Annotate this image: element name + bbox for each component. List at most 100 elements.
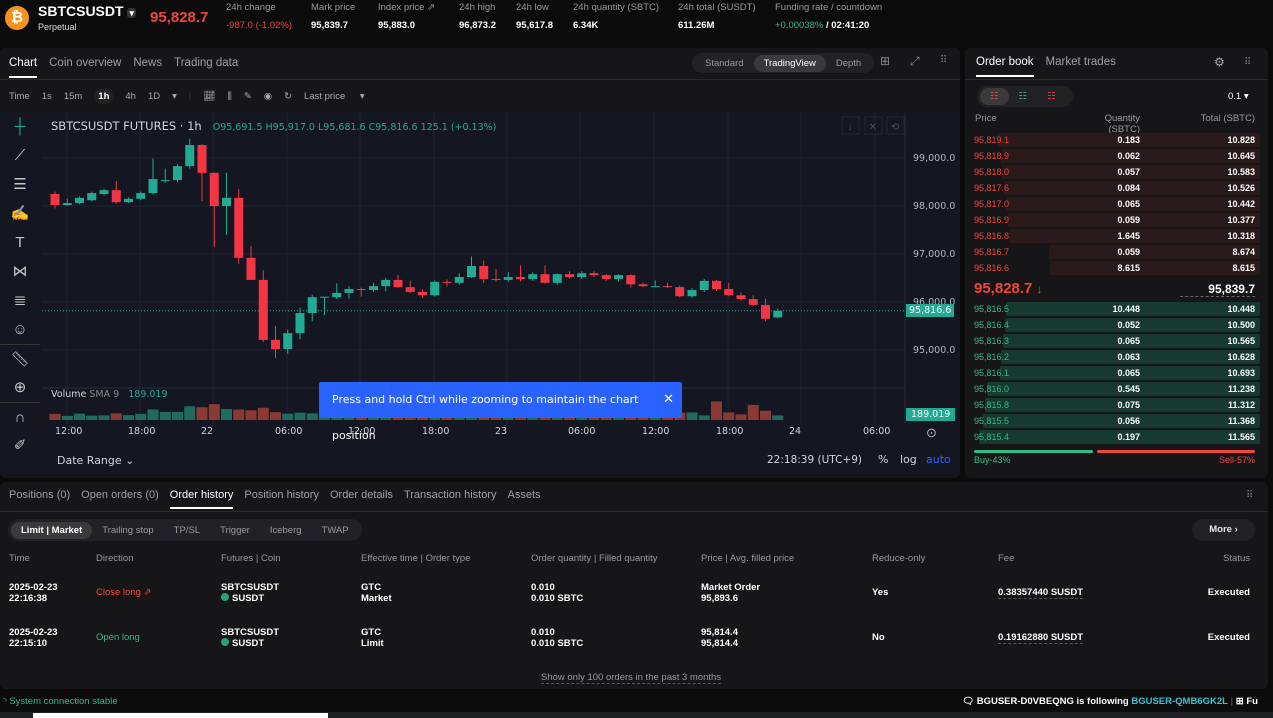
- order-row[interactable]: 2025-02-23 22:16:38 Close long ⇗ SBTCSUSD…: [0, 582, 1268, 610]
- camera-icon[interactable]: ◉: [264, 91, 272, 102]
- zoom-in-icon[interactable]: ⊕: [0, 373, 40, 402]
- time-button[interactable]: Time: [9, 91, 30, 102]
- bid-row[interactable]: 95,816.1 0.065 10.693: [968, 365, 1260, 380]
- candle-body: [430, 281, 440, 296]
- interval-4h[interactable]: 4h: [125, 91, 136, 102]
- view-standard[interactable]: Standard: [695, 55, 754, 72]
- precision-dropdown[interactable]: 0.1 ▾: [1228, 91, 1249, 102]
- forecast-icon[interactable]: ≣: [0, 286, 40, 315]
- candle-type-icon[interactable]: ⫼: [227, 91, 231, 102]
- tab-trading-data[interactable]: Trading data: [174, 57, 238, 69]
- candle-body: [552, 274, 562, 283]
- layout-grid-icon[interactable]: ⊞: [880, 54, 890, 68]
- ruler-icon[interactable]: 📏︎: [0, 344, 40, 373]
- interval-1h[interactable]: 1h: [94, 89, 114, 104]
- bid-row[interactable]: 95,816.4 0.052 10.500: [968, 317, 1260, 332]
- symbol-selector[interactable]: SBTCSUSDT ▾: [38, 3, 136, 19]
- indicators-icon[interactable]: 📈︎: [203, 91, 215, 102]
- ask-row[interactable]: 95,816.7 0.059 8.674: [968, 244, 1260, 259]
- crosshair-icon[interactable]: ┼: [0, 112, 40, 141]
- view-both-icon[interactable]: ☷: [980, 88, 1009, 105]
- axis-settings-icon[interactable]: ⊙: [926, 425, 937, 441]
- tab-open-orders[interactable]: Open orders (0): [81, 489, 159, 501]
- candle-body: [565, 274, 574, 278]
- filter-tpsl[interactable]: TP/SL: [164, 522, 210, 539]
- drag-handle-icon[interactable]: ⠿: [1246, 490, 1253, 501]
- view-asks-icon[interactable]: ☷: [1037, 88, 1066, 105]
- interval-15m[interactable]: 15m: [64, 91, 82, 102]
- fullscreen-icon[interactable]: ⤢: [910, 54, 920, 69]
- filter-trigger[interactable]: Trigger: [210, 522, 260, 539]
- ask-row[interactable]: 95,818.9 0.062 10.645: [968, 148, 1260, 163]
- order-status: Executed: [1207, 632, 1250, 643]
- order-direction[interactable]: Close long ⇗: [96, 587, 152, 598]
- pattern-icon[interactable]: ⋈: [0, 257, 40, 286]
- view-tradingview[interactable]: TradingView: [753, 54, 826, 72]
- bid-row[interactable]: 95,816.2 0.063 10.628: [968, 349, 1260, 364]
- lock-draw-icon[interactable]: ✐: [0, 431, 40, 460]
- ask-row[interactable]: 95,816.9 0.059 10.377: [968, 212, 1260, 227]
- chevron-down-icon: ▾: [127, 8, 136, 18]
- candle-body: [50, 194, 60, 206]
- interval-1d[interactable]: 1D: [148, 91, 160, 102]
- bid-row[interactable]: 95,815.5 0.056 11.368: [968, 413, 1260, 428]
- bid-row[interactable]: 95,815.4 0.197 11.565: [968, 429, 1260, 444]
- ask-row[interactable]: 95,816.6 8.615 8.615: [968, 260, 1260, 275]
- tab-coin-overview[interactable]: Coin overview: [49, 57, 121, 69]
- view-depth[interactable]: Depth: [826, 55, 871, 72]
- ask-row[interactable]: 95,819.1 0.183 10.828: [968, 132, 1260, 147]
- ask-row[interactable]: 95,818.0 0.057 10.583: [968, 164, 1260, 179]
- tab-chart[interactable]: Chart: [9, 57, 38, 78]
- trend-line-icon[interactable]: ⟋: [0, 141, 40, 170]
- add-icon[interactable]: ⊞: [1236, 696, 1244, 707]
- tab-assets[interactable]: Assets: [507, 489, 540, 501]
- auto-scale-button[interactable]: auto: [926, 453, 951, 466]
- view-bids-icon[interactable]: ☷: [1009, 88, 1038, 105]
- filter-trailing-stop[interactable]: Trailing stop: [92, 522, 163, 539]
- close-icon[interactable]: ✕: [663, 382, 674, 418]
- order-direction[interactable]: Open long: [96, 632, 140, 643]
- bid-row[interactable]: 95,816.0 0.545 11.238: [968, 381, 1260, 396]
- tab-order-details[interactable]: Order details: [330, 489, 393, 501]
- filter-twap[interactable]: TWAP: [312, 522, 359, 539]
- bid-row[interactable]: 95,816.3 0.065 10.565: [968, 333, 1260, 348]
- interval-dropdown-icon[interactable]: ▾: [172, 91, 177, 102]
- bid-row[interactable]: 95,816.5 10.448 10.448: [968, 301, 1260, 316]
- tab-market-trades[interactable]: Market trades: [1046, 56, 1116, 68]
- text-icon[interactable]: T: [0, 228, 40, 257]
- ask-row[interactable]: 95,816.8 1.645 10.318: [968, 228, 1260, 243]
- settings-sliders-icon[interactable]: ⚙: [1214, 55, 1225, 69]
- volume-bar: [110, 413, 122, 420]
- mid-price: 95,828.7 ↓: [974, 280, 1043, 297]
- emoji-icon[interactable]: ☺: [0, 315, 40, 344]
- total: 10.583: [1227, 167, 1255, 177]
- order-row[interactable]: 2025-02-23 22:15:10 Open long SBTCSUSDT SU…: [0, 627, 1268, 655]
- percent-scale-button[interactable]: %: [878, 453, 888, 466]
- magnet-icon[interactable]: ∩: [0, 402, 40, 431]
- column-header: Futures | Coin: [221, 553, 281, 564]
- tab-news[interactable]: News: [133, 57, 162, 69]
- ask-row[interactable]: 95,817.0 0.065 10.442: [968, 196, 1260, 211]
- tab-order-book[interactable]: Order book: [976, 56, 1034, 77]
- filter-limit-market[interactable]: Limit | Market: [11, 521, 93, 539]
- interval-1s[interactable]: 1s: [42, 91, 52, 102]
- tab-transaction-history[interactable]: Transaction history: [404, 489, 497, 501]
- log-scale-button[interactable]: log: [900, 453, 917, 466]
- horizontal-lines-icon[interactable]: ☰: [0, 170, 40, 199]
- total: 8.615: [1232, 263, 1255, 273]
- more-button[interactable]: More ›: [1192, 519, 1255, 541]
- filter-iceberg[interactable]: Iceberg: [260, 522, 312, 539]
- reset-icon[interactable]: ↻: [284, 91, 292, 102]
- date-range-button[interactable]: Date Range ⌄: [57, 454, 134, 467]
- draw-pencil-icon[interactable]: ✎: [244, 91, 252, 102]
- ask-row[interactable]: 95,817.6 0.084 10.526: [968, 180, 1260, 195]
- tab-order-history[interactable]: Order history: [169, 489, 234, 509]
- price-type-dropdown[interactable]: Last price ▾: [304, 91, 365, 102]
- tab-positions[interactable]: Positions (0): [9, 489, 70, 501]
- drag-handle-icon[interactable]: ⠿: [940, 55, 947, 66]
- drag-handle-icon[interactable]: ⠿: [1244, 57, 1251, 68]
- brush-icon[interactable]: ✍: [0, 199, 40, 228]
- tab-position-history[interactable]: Position history: [244, 489, 319, 501]
- total: 8.674: [1232, 247, 1255, 257]
- bid-row[interactable]: 95,815.8 0.075 11.312: [968, 397, 1260, 412]
